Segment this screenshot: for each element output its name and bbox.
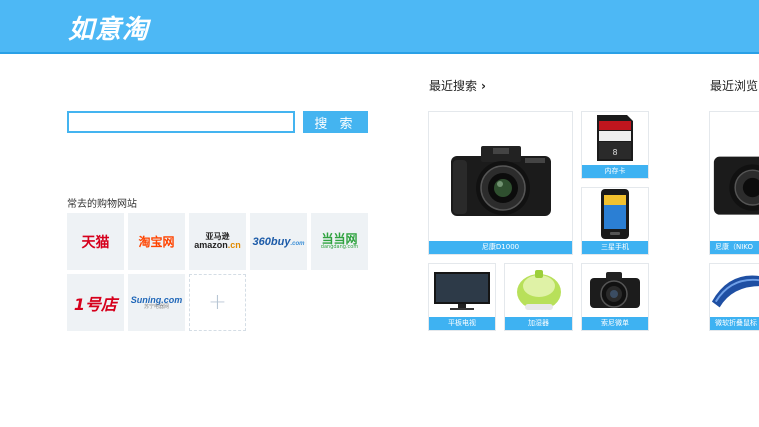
recent-search-item[interactable]: 8 内存卡	[581, 111, 649, 179]
item-caption: 索尼微单	[582, 317, 648, 330]
recent-browse-item[interactable]: 微软折叠鼠标	[709, 263, 759, 331]
app-logo[interactable]: 如意淘	[68, 9, 149, 46]
mirrorless-camera-icon	[582, 264, 648, 316]
recent-search-item[interactable]: 尼康D1000	[428, 111, 573, 255]
item-caption: 加湿器	[505, 317, 572, 330]
360buy-logo: 360buy.com	[252, 235, 305, 248]
item-caption: 尼康（NIKO	[710, 241, 759, 254]
item-caption: 平板电视	[429, 317, 495, 330]
flat-tv-icon	[429, 264, 495, 316]
dslr-camera-icon	[710, 112, 759, 240]
site-tile-suning[interactable]: Suning.com 苏宁电器网	[128, 274, 185, 331]
app-header: 如意淘	[0, 0, 759, 54]
item-caption: 微软折叠鼠标	[710, 317, 759, 330]
dangdang-logo: 当当网 dangdang.com	[320, 232, 359, 250]
frequent-sites-title: 常去的购物网站	[67, 199, 137, 210]
recent-search-item[interactable]: 加湿器	[504, 263, 573, 331]
arc-mouse-icon	[710, 264, 759, 316]
site-tile-dangdang[interactable]: 当当网 dangdang.com	[311, 213, 368, 270]
amazon-logo: 亚马逊 amazon.cn	[194, 232, 241, 250]
svg-text:8: 8	[612, 148, 617, 157]
recent-browse-title[interactable]: 最近浏览	[710, 77, 758, 94]
recent-search-title[interactable]: 最近搜索 ›	[429, 77, 486, 94]
item-caption: 尼康D1000	[429, 241, 572, 254]
taobao-logo: 淘宝网	[138, 235, 175, 249]
recent-browse-item[interactable]: 尼康（NIKO	[709, 111, 759, 255]
recent-search-item[interactable]: 平板电视	[428, 263, 496, 331]
search-input[interactable]	[67, 111, 295, 133]
sd-card-icon: 8	[582, 112, 648, 164]
add-site-button[interactable]: +	[189, 274, 246, 331]
site-tile-amazon[interactable]: 亚马逊 amazon.cn	[189, 213, 246, 270]
smartphone-icon	[582, 188, 648, 240]
site-tile-yhd[interactable]: 1号店	[67, 274, 124, 331]
tmall-logo: 天猫	[81, 234, 110, 251]
item-caption: 内存卡	[582, 165, 648, 178]
recent-search-item[interactable]: 三星手机	[581, 187, 649, 255]
suning-logo: Suning.com 苏宁电器网	[130, 294, 183, 310]
plus-icon: +	[208, 290, 227, 315]
chevron-right-icon: ›	[481, 79, 486, 93]
site-tile-360buy[interactable]: 360buy.com	[250, 213, 307, 270]
recent-search-item[interactable]: 索尼微单	[581, 263, 649, 331]
item-caption: 三星手机	[582, 241, 648, 254]
dslr-camera-icon	[429, 112, 572, 240]
yhd-logo: 1号店	[73, 294, 118, 314]
site-tile-tmall[interactable]: 天猫	[67, 213, 124, 270]
search-button[interactable]: 搜 索	[303, 111, 368, 133]
humidifier-icon	[505, 264, 572, 316]
site-tile-taobao[interactable]: 淘宝网	[128, 213, 185, 270]
